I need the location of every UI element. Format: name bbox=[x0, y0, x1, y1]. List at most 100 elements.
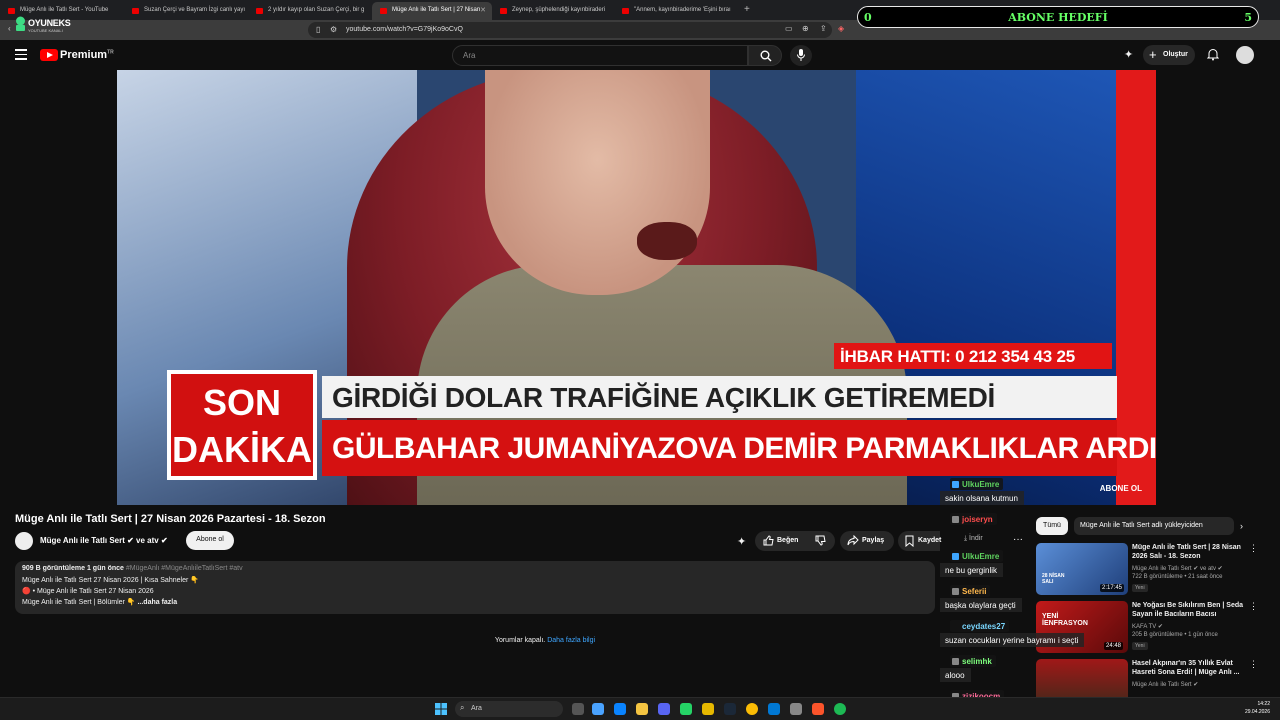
more-options-icon[interactable]: ⋮ bbox=[1249, 601, 1258, 612]
chat-message: başka olaylara geçti bbox=[940, 598, 1022, 612]
video-title[interactable]: Ne Yoğası Be Sıkılırım Ben | Seda Sayan … bbox=[1132, 601, 1250, 619]
new-tab-icon[interactable]: + bbox=[744, 4, 750, 15]
windows-start-icon[interactable] bbox=[435, 703, 447, 715]
chevron-right-icon[interactable]: › bbox=[1240, 521, 1243, 531]
description-line: Müge Anlı ile Tatlı Sert | Bölümler 👇 ..… bbox=[22, 598, 177, 606]
browser-tab[interactable]: "Annem, kayınbiraderime 'Eşini bıraı bbox=[614, 2, 736, 20]
youtube-favicon-icon bbox=[622, 8, 629, 14]
recommended-video[interactable]: 28 NİSAN SALI 2:17:45 Müge Anlı ile Tatl… bbox=[1036, 543, 1266, 595]
ai-sparkle-icon[interactable]: ✦ bbox=[1124, 48, 1133, 61]
task-view-icon[interactable] bbox=[572, 703, 584, 715]
edge-icon[interactable] bbox=[614, 703, 626, 715]
url-field[interactable]: ▯ ⚙ youtube.com/watch?v=G79jKo9oCvQ bbox=[308, 22, 832, 38]
whatsapp-icon[interactable] bbox=[680, 703, 692, 715]
video-title[interactable]: Hasel Akpınar'ın 35 Yıllık Evlat Hasreti… bbox=[1132, 659, 1250, 677]
chrome-icon[interactable] bbox=[746, 703, 758, 715]
steam-icon[interactable] bbox=[724, 703, 736, 715]
browser-tab[interactable]: Zeynep, şüphelendiği kayınbiraderi bbox=[492, 2, 614, 20]
video-channel[interactable]: KAFA TV ✔ bbox=[1132, 623, 1163, 630]
avatar[interactable] bbox=[1236, 46, 1254, 64]
back-icon[interactable]: ‹ bbox=[8, 24, 11, 33]
tab-label: 2 yıldır kayıp olan Suzan Çerçi, bir g bbox=[268, 7, 365, 13]
description-line: Müge Anlı ile Tatlı Sert 27 Nisan 2026 |… bbox=[22, 577, 199, 584]
search-input[interactable]: Ara bbox=[452, 45, 748, 66]
recommended-video[interactable]: Hasel Akpınar'ın 35 Yıllık Evlat Hasreti… bbox=[1036, 659, 1266, 697]
share-icon[interactable]: ⇪ bbox=[820, 24, 827, 33]
badge-icon bbox=[952, 553, 959, 560]
browser-tab[interactable]: 2 yıldır kayıp olan Suzan Çerçi, bir g bbox=[248, 2, 372, 20]
discord-icon[interactable] bbox=[658, 703, 670, 715]
chat-username: ceydates27 bbox=[950, 620, 1010, 632]
hotline-banner: İHBAR HATTI: 0 212 354 43 25 bbox=[834, 343, 1112, 369]
subscribe-watermark[interactable]: ABONE OL bbox=[1100, 484, 1142, 493]
channel-name[interactable]: Müge Anlı ile Tatlı Sert ✔ ve atv ✔ bbox=[40, 536, 168, 545]
show-more-link[interactable]: ...daha fazla bbox=[137, 599, 177, 606]
hashtags[interactable]: #MügeAnlı #MügeAnlıileTatlıSert #atv bbox=[126, 565, 243, 572]
hamburger-menu-icon[interactable] bbox=[15, 49, 27, 60]
video-title[interactable]: Müge Anlı ile Tatlı Sert | 28 Nisan 2026… bbox=[1132, 543, 1250, 561]
folder-icon[interactable] bbox=[702, 703, 714, 715]
store-icon[interactable] bbox=[768, 703, 780, 715]
youtube-logo-icon[interactable] bbox=[40, 49, 58, 61]
system-clock[interactable]: 14:22 29.04.2026 bbox=[1245, 700, 1270, 716]
chat-message: suzan cocukları yerine bayramı i seçti bbox=[940, 633, 1085, 647]
close-tab-icon[interactable]: ✕ bbox=[480, 6, 486, 14]
video-channel[interactable]: Müge Anlı ile Tatlı Sert ✔ bbox=[1132, 681, 1198, 688]
description-text: Müge Anlı ile Tatlı Sert | Bölümler 👇 bbox=[22, 599, 136, 606]
breaking-news-box: SON DAKİKA bbox=[167, 370, 317, 480]
headline-red-band: GÜLBAHAR JUMANİYAZOVA DEMİR PARMAKLIKLAR… bbox=[322, 420, 1156, 476]
obs-icon[interactable] bbox=[790, 703, 802, 715]
video-views: 205 B görüntüleme • 1 gün önce bbox=[1132, 632, 1218, 638]
download-label: İndir bbox=[969, 535, 983, 542]
search-placeholder: Ara bbox=[463, 51, 476, 60]
video-player[interactable]: İHBAR HATTI: 0 212 354 43 25 SON DAKİKA … bbox=[117, 70, 1156, 505]
thumbs-down-icon[interactable] bbox=[815, 535, 826, 546]
new-badge: Yeni bbox=[1132, 642, 1148, 650]
share-arrow-icon bbox=[847, 535, 859, 546]
file-explorer-icon[interactable] bbox=[636, 703, 648, 715]
download-button[interactable]: ⤓ İndir bbox=[964, 535, 983, 543]
subscribe-button[interactable]: Abone ol bbox=[186, 531, 234, 550]
site-info-icon[interactable]: ⚙ bbox=[330, 25, 337, 34]
search-button[interactable] bbox=[748, 45, 782, 66]
ai-ask-icon[interactable]: ✦ bbox=[737, 535, 746, 548]
video-channel[interactable]: Müge Anlı ile Tatlı Sert ✔ ve atv ✔ bbox=[1132, 565, 1223, 572]
youtube-premium-logo[interactable]: PremiumTR bbox=[60, 49, 114, 61]
cast-icon[interactable]: ▭ bbox=[785, 24, 793, 33]
more-options-icon[interactable]: ⋮ bbox=[1249, 659, 1258, 670]
brave-icon[interactable] bbox=[812, 703, 824, 715]
chip-all[interactable]: Tümü bbox=[1036, 517, 1068, 535]
save-button[interactable]: Kaydet bbox=[898, 531, 941, 551]
badge-icon bbox=[952, 588, 959, 595]
logo-text: OYUNEKS bbox=[28, 18, 71, 28]
chip-uploader[interactable]: Müge Anlı ile Tatlı Sert adlı yükleyicid… bbox=[1074, 517, 1234, 535]
zoom-icon[interactable]: ⊕ bbox=[802, 24, 809, 33]
share-label: Paylaş bbox=[862, 537, 885, 544]
browser-tab-active[interactable]: Müge Anlı ile Tatlı Sert | 27 Nisan ✕ bbox=[372, 2, 492, 20]
video-thumbnail[interactable] bbox=[1036, 659, 1128, 697]
taskbar-search[interactable]: ⌕ Ara bbox=[455, 701, 563, 717]
video-subject-mouth bbox=[637, 222, 697, 260]
more-options-icon[interactable]: ⋮ bbox=[1249, 543, 1258, 554]
browser-tab[interactable]: Suzan Çerçi ve Bayram İzgi canlı yayı bbox=[124, 2, 248, 20]
bookmark-icon[interactable]: ▯ bbox=[316, 25, 320, 34]
share-button[interactable]: Paylaş bbox=[840, 531, 894, 551]
search-icon bbox=[760, 50, 772, 62]
badge-icon bbox=[952, 658, 959, 665]
more-actions-icon[interactable]: ··· bbox=[1013, 534, 1023, 545]
robot-icon bbox=[16, 16, 25, 31]
hotline-text: İHBAR HATTI: 0 212 354 43 25 bbox=[840, 347, 1076, 366]
voice-search-button[interactable] bbox=[790, 45, 812, 66]
spotify-icon[interactable] bbox=[834, 703, 846, 715]
notifications-bell-icon[interactable] bbox=[1207, 48, 1219, 61]
learn-more-link[interactable]: Daha fazla bilgi bbox=[547, 637, 595, 644]
description-box[interactable]: 909 B görüntüleme 1 gün önce #MügeAnlı #… bbox=[15, 561, 935, 614]
video-duration: 2:17:45 bbox=[1100, 584, 1125, 592]
brave-shield-icon[interactable]: ◈ bbox=[838, 24, 844, 33]
view-count: 909 B görüntüleme 1 gün önce bbox=[22, 565, 124, 572]
thumbnail-text: YENİ İENFRASYON bbox=[1042, 613, 1088, 627]
copilot-icon[interactable] bbox=[592, 703, 604, 715]
search-icon: ⌕ bbox=[460, 703, 465, 712]
channel-avatar[interactable] bbox=[15, 532, 33, 550]
create-button[interactable]: + Oluştur bbox=[1143, 45, 1195, 65]
